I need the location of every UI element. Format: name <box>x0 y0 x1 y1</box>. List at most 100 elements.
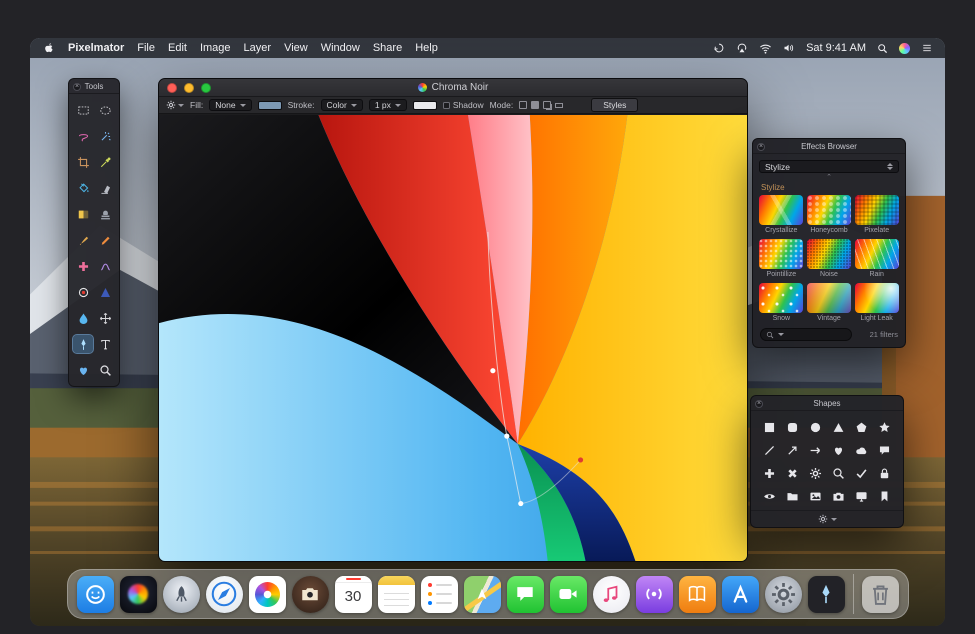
shape-tool[interactable] <box>73 361 93 379</box>
dock-photo-booth[interactable] <box>292 576 329 613</box>
notification-center-icon[interactable] <box>921 42 933 54</box>
red-eye-tool[interactable] <box>73 283 93 301</box>
dock-maps[interactable] <box>464 576 501 613</box>
close-window-button[interactable] <box>167 83 177 93</box>
shape-arrow-up-right[interactable] <box>785 442 801 458</box>
canvas-artwork[interactable] <box>159 115 747 561</box>
dock-launchpad[interactable] <box>163 576 200 613</box>
shape-line[interactable] <box>762 442 778 458</box>
spotlight-icon[interactable] <box>877 42 888 54</box>
menu-image[interactable]: Image <box>200 42 231 54</box>
dock-books[interactable] <box>679 576 716 613</box>
effect-snow[interactable]: Snow <box>759 283 804 322</box>
time-machine-icon[interactable] <box>713 42 725 55</box>
pencil-tool[interactable] <box>95 231 115 249</box>
dock-calendar[interactable]: 30 <box>335 576 372 613</box>
zoom-tool[interactable] <box>95 361 115 379</box>
volume-icon[interactable] <box>783 42 795 55</box>
siri-icon[interactable] <box>899 42 910 54</box>
dock-itunes[interactable] <box>593 576 630 613</box>
effect-vintage[interactable]: Vintage <box>807 283 852 322</box>
close-icon[interactable] <box>757 143 765 151</box>
lasso-tool[interactable] <box>73 127 93 145</box>
shape-circle[interactable] <box>808 419 824 435</box>
shadow-checkbox[interactable]: Shadow <box>443 100 484 110</box>
shape-display[interactable] <box>854 488 870 504</box>
shape-eye[interactable] <box>762 488 778 504</box>
magic-wand-tool[interactable] <box>95 127 115 145</box>
anchor-point[interactable] <box>490 368 495 373</box>
wifi-icon[interactable] <box>759 42 772 55</box>
rect-select-tool[interactable] <box>73 101 93 119</box>
clone-stamp-tool[interactable] <box>95 205 115 223</box>
tool-options-dropdown[interactable] <box>166 100 184 110</box>
mode-fill-icon[interactable] <box>531 101 539 109</box>
eraser-tool[interactable] <box>95 179 115 197</box>
shape-square[interactable] <box>762 419 778 435</box>
dock-finder[interactable] <box>77 576 114 613</box>
dock-notes[interactable] <box>378 576 415 613</box>
stroke-select[interactable]: Color <box>321 99 363 111</box>
stroke-color-swatch[interactable] <box>413 101 437 110</box>
menu-share[interactable]: Share <box>373 42 402 54</box>
menu-window[interactable]: Window <box>321 42 360 54</box>
smudge-tool[interactable] <box>95 257 115 275</box>
shape-gear[interactable] <box>808 465 824 481</box>
effect-pixelate[interactable]: Pixelate <box>854 195 899 234</box>
apple-menu-icon[interactable] <box>42 42 55 55</box>
mode-lines-icon[interactable] <box>555 103 563 108</box>
shape-speech-bubble[interactable] <box>877 442 893 458</box>
shape-camera[interactable] <box>831 488 847 504</box>
minimize-window-button[interactable] <box>184 83 194 93</box>
effect-category-select[interactable]: Stylize <box>759 160 899 173</box>
heal-tool[interactable] <box>73 257 93 275</box>
window-titlebar[interactable]: Chroma Noir <box>159 79 747 97</box>
move-tool[interactable] <box>95 309 115 327</box>
shape-cloud[interactable] <box>854 442 870 458</box>
shape-bookmark[interactable] <box>877 488 893 504</box>
effect-crystallize[interactable]: Crystallize <box>759 195 804 234</box>
mode-normal-icon[interactable] <box>519 101 527 109</box>
close-icon[interactable] <box>755 400 763 408</box>
shape-pentagon[interactable] <box>854 419 870 435</box>
mode-overlap-icon[interactable] <box>543 101 551 109</box>
dock-podcasts[interactable] <box>636 576 673 613</box>
zoom-window-button[interactable] <box>201 83 211 93</box>
effect-rain[interactable]: Rain <box>854 239 899 278</box>
shape-cross[interactable] <box>785 465 801 481</box>
menu-layer[interactable]: Layer <box>244 42 272 54</box>
dock-messages[interactable] <box>507 576 544 613</box>
app-menu[interactable]: Pixelmator <box>68 42 124 54</box>
shapes-settings-dropdown[interactable] <box>818 514 837 524</box>
menu-clock[interactable]: Sat 9:41 AM <box>806 42 866 54</box>
stroke-width-select[interactable]: 1 px <box>369 99 407 111</box>
dock-pixelmator[interactable] <box>808 576 845 613</box>
dock-siri[interactable] <box>120 576 157 613</box>
styles-button[interactable]: Styles <box>591 98 638 112</box>
fill-color-swatch[interactable] <box>258 101 282 110</box>
effect-pointillize[interactable]: Pointillize <box>759 239 804 278</box>
shape-checkmark[interactable] <box>854 465 870 481</box>
effect-noise[interactable]: Noise <box>807 239 852 278</box>
ellipse-select-tool[interactable] <box>95 101 115 119</box>
effect-lightleak[interactable]: Light Leak <box>854 283 899 322</box>
blur-tool[interactable] <box>73 309 93 327</box>
menu-file[interactable]: File <box>137 42 155 54</box>
brush-tool[interactable] <box>73 231 93 249</box>
dock-safari[interactable] <box>206 576 243 613</box>
gradient-tool[interactable] <box>73 205 93 223</box>
control-point[interactable] <box>578 457 583 462</box>
shape-folder[interactable] <box>785 488 801 504</box>
anchor-point[interactable] <box>518 501 523 506</box>
sharpen-tool[interactable] <box>95 283 115 301</box>
menu-edit[interactable]: Edit <box>168 42 187 54</box>
effect-honeycomb[interactable]: Honeycomb <box>807 195 852 234</box>
shape-arrow-right[interactable] <box>808 442 824 458</box>
anchor-point[interactable] <box>504 434 509 439</box>
menu-help[interactable]: Help <box>415 42 438 54</box>
menu-view[interactable]: View <box>284 42 308 54</box>
fill-select[interactable]: None <box>209 99 251 111</box>
dock-facetime[interactable] <box>550 576 587 613</box>
dock-trash[interactable] <box>862 576 899 613</box>
airplay-icon[interactable] <box>736 42 748 55</box>
